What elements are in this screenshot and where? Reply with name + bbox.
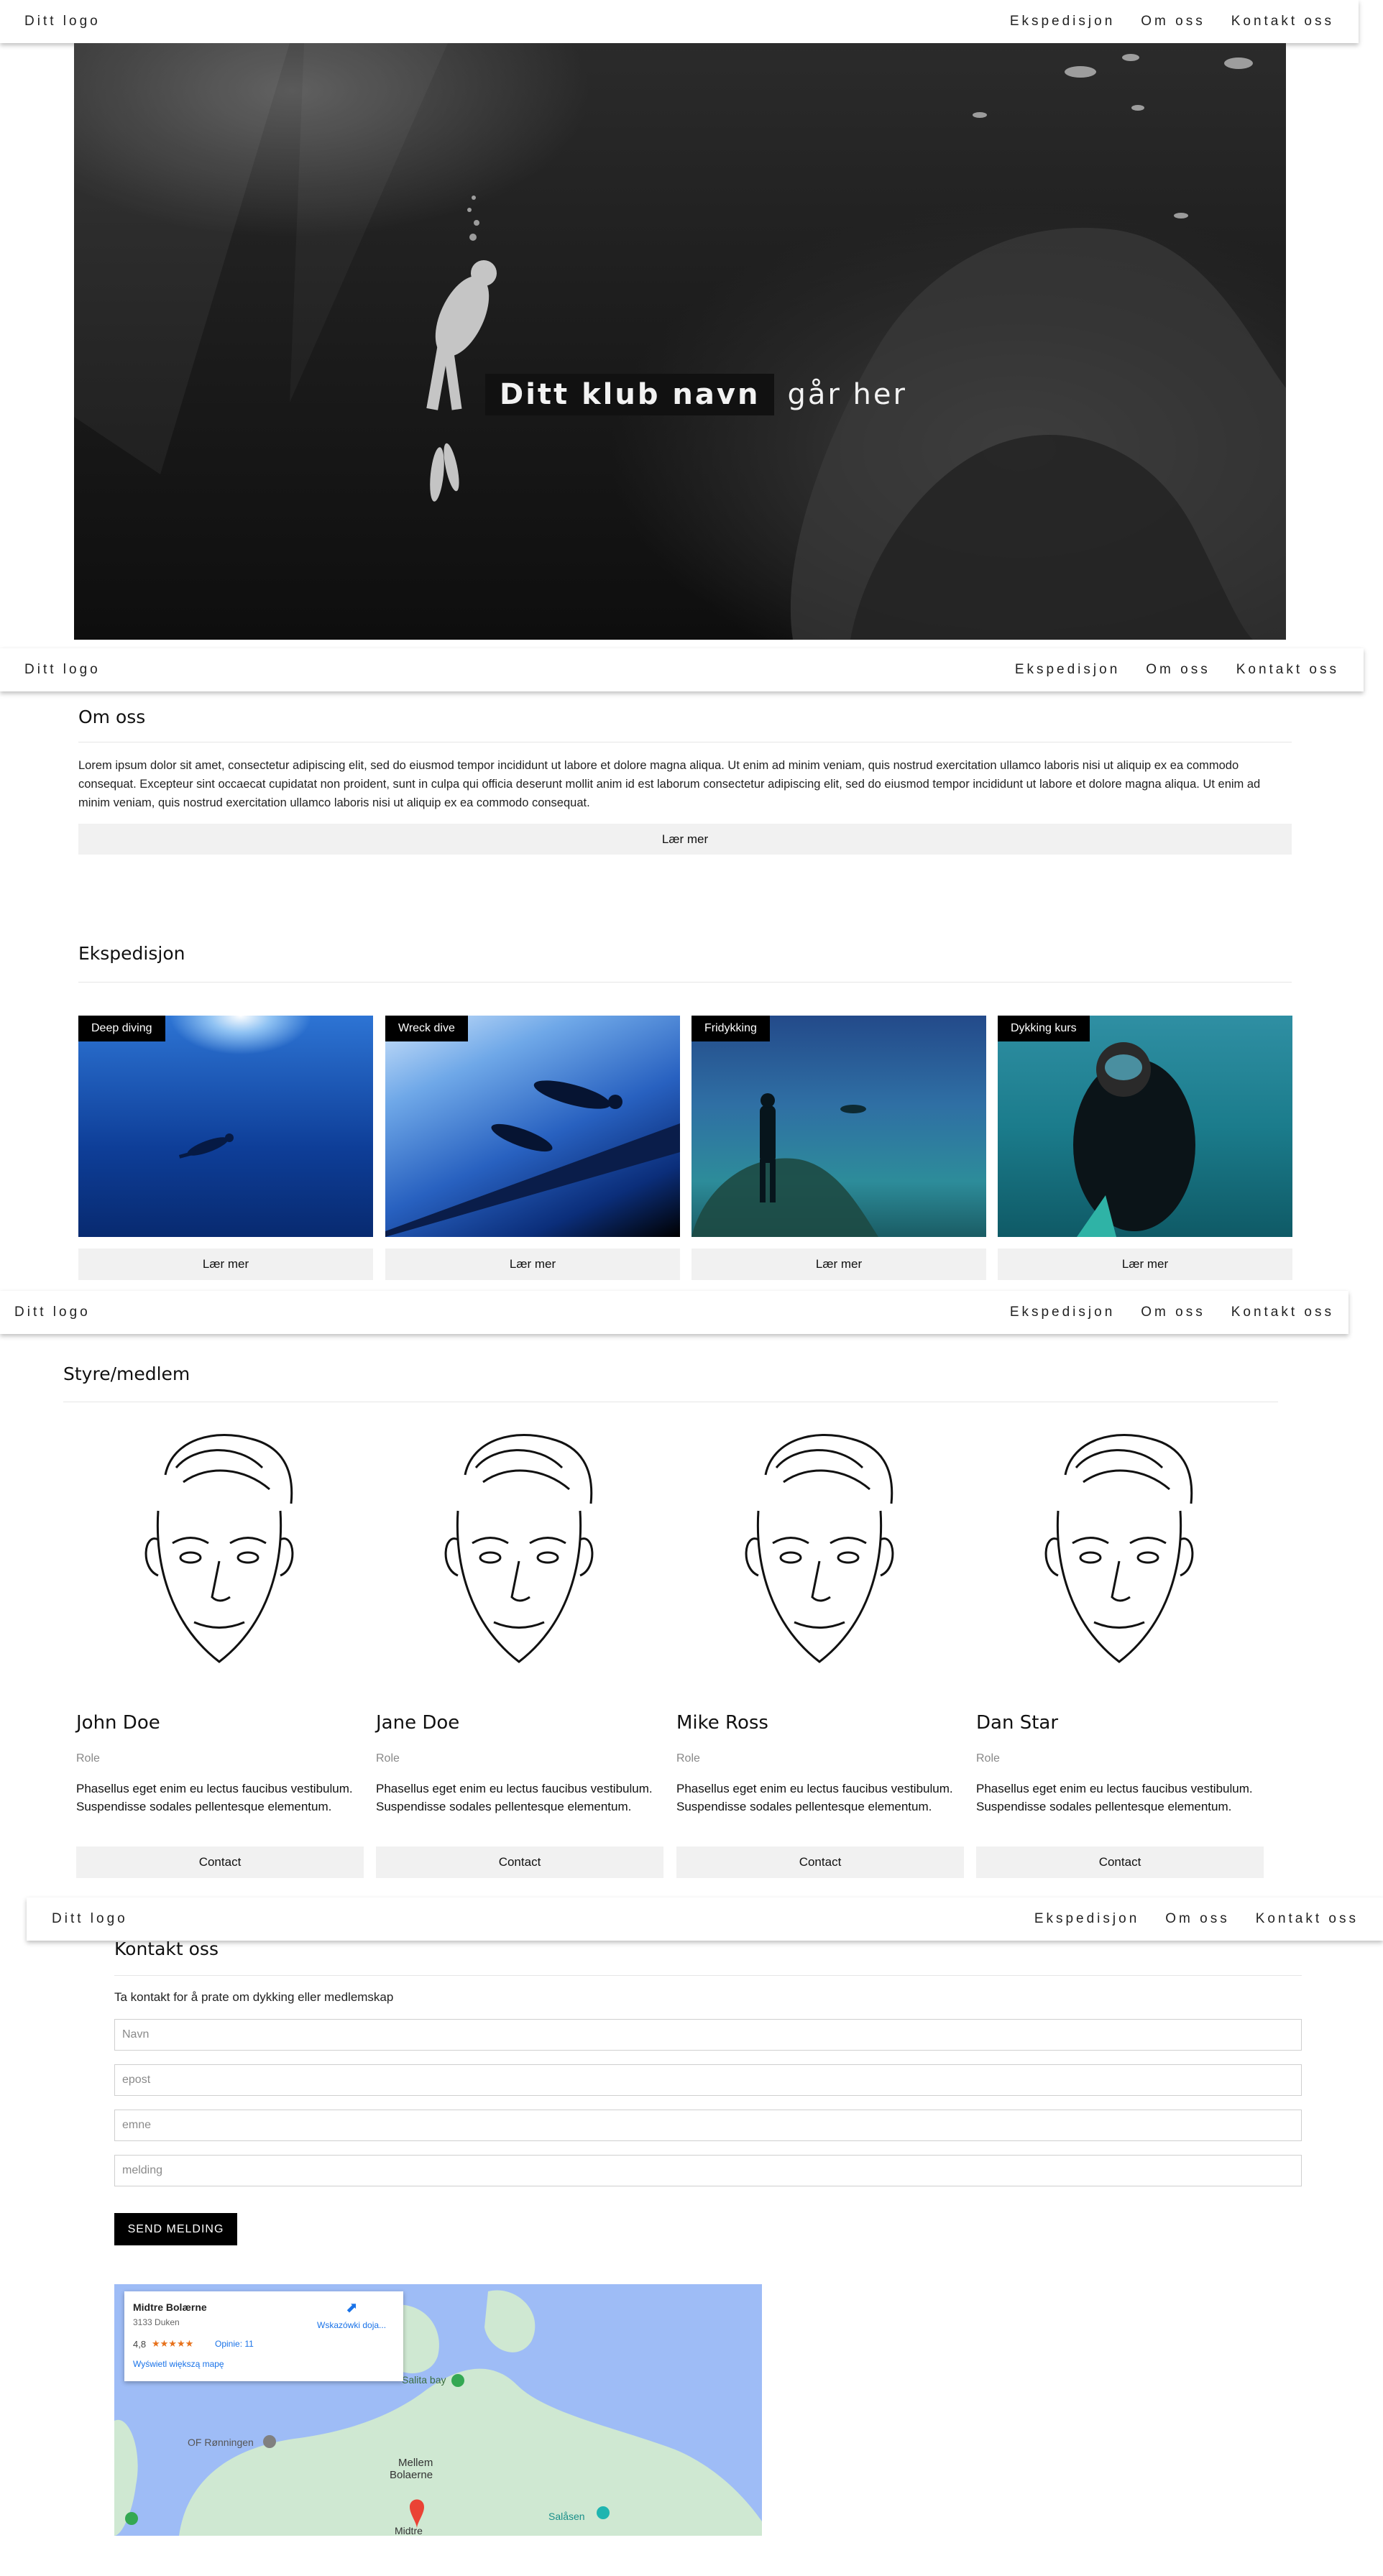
- member-description: Phasellus eget enim eu lectus faucibus v…: [676, 1782, 953, 1813]
- map-label: Bolaerne: [390, 2469, 433, 2481]
- map-rating-stars: ★★★★★: [152, 2338, 194, 2349]
- site-logo[interactable]: Ditt logo: [24, 662, 101, 678]
- expedition-learn-more-button[interactable]: Lær mer: [998, 1248, 1292, 1280]
- expedition-learn-more-button[interactable]: Lær mer: [78, 1248, 373, 1280]
- member-description: Phasellus eget enim eu lectus faucibus v…: [76, 1782, 353, 1813]
- member-contact-button[interactable]: Contact: [76, 1846, 364, 1878]
- nav-link-om-oss[interactable]: Om oss: [1141, 1305, 1205, 1320]
- member-name: Dan Star: [976, 1712, 1059, 1734]
- hero-title: Ditt klub navn går her: [485, 374, 907, 415]
- member-contact-button[interactable]: Contact: [376, 1846, 663, 1878]
- expedition-learn-more-button[interactable]: Lær mer: [385, 1248, 680, 1280]
- map-larger-link[interactable]: Wyświetl większą mapę: [133, 2359, 224, 2369]
- member-role: Role: [976, 1752, 1000, 1765]
- nav-link-kontakt-oss[interactable]: Kontakt oss: [1231, 14, 1334, 29]
- map-label: Salita bay: [402, 2374, 446, 2386]
- site-logo[interactable]: Ditt logo: [52, 1911, 128, 1927]
- nav-link-kontakt-oss[interactable]: Kontakt oss: [1231, 1305, 1334, 1320]
- expedition-card-wreck-dive[interactable]: Wreck dive: [385, 1016, 680, 1237]
- map-label: OF Rønningen: [188, 2437, 254, 2448]
- nav-link-ekspedisjon[interactable]: Ekspedisjon: [1015, 662, 1120, 678]
- expedition-card-dykking-kurs[interactable]: Dykking kurs: [998, 1016, 1292, 1237]
- deep-diving-diver-silhouette: [178, 1133, 234, 1159]
- member-description: Phasellus eget enim eu lectus faucibus v…: [376, 1782, 653, 1813]
- map-label: Mellem: [398, 2457, 433, 2469]
- sticky-navbar-contact: Ditt logo Ekspedisjon Om oss Kontakt oss: [27, 1898, 1383, 1941]
- nav-link-ekspedisjon[interactable]: Ekspedisjon: [1010, 14, 1115, 29]
- nav-link-kontakt-oss[interactable]: Kontakt oss: [1236, 662, 1339, 678]
- member-contact-button[interactable]: Contact: [976, 1846, 1264, 1878]
- expedition-card-label: Wreck dive: [385, 1016, 468, 1041]
- contact-title: Kontakt oss: [114, 1938, 219, 1959]
- expedition-card-deep-diving[interactable]: Deep diving: [78, 1016, 373, 1237]
- map-reviews-link[interactable]: Opinie: 11: [215, 2339, 254, 2349]
- member-role: Role: [676, 1752, 700, 1765]
- map-rating: 4,8: [133, 2339, 147, 2350]
- member-contact-button[interactable]: Contact: [676, 1846, 964, 1878]
- expedition-card-label: Deep diving: [78, 1016, 165, 1041]
- email-field[interactable]: [114, 2064, 1302, 2096]
- map-label: Salåsen: [548, 2511, 585, 2522]
- freediving-scene: [692, 1093, 878, 1237]
- expedition-card-label: Fridykking: [692, 1016, 770, 1041]
- map-directions-link[interactable]: Wskazówki doja...: [317, 2320, 386, 2330]
- members-title: Styre/medlem: [63, 1363, 190, 1384]
- subject-field[interactable]: [114, 2110, 1302, 2141]
- nav-link-om-oss[interactable]: Om oss: [1165, 1911, 1229, 1927]
- top-navbar: Ditt logo Ekspedisjon Om oss Kontakt oss: [0, 0, 1359, 43]
- member-portrait: [444, 1433, 594, 1663]
- name-field[interactable]: [114, 2019, 1302, 2051]
- nav-link-ekspedisjon[interactable]: Ekspedisjon: [1010, 1305, 1115, 1320]
- member-portrait: [1044, 1433, 1194, 1663]
- directions-icon[interactable]: ⬈: [346, 2300, 362, 2316]
- nav-links: Ekspedisjon Om oss Kontakt oss: [1010, 14, 1334, 29]
- expedition-card-label: Dykking kurs: [998, 1016, 1090, 1041]
- member-portrait: [745, 1433, 894, 1663]
- embedded-map[interactable]: Salita bay OF Rønningen Mellem Bolaerne …: [114, 2284, 762, 2536]
- wreck-dive-scene: [385, 1080, 680, 1237]
- contact-intro: Ta kontakt for å prate om dykking eller …: [114, 1990, 394, 2004]
- site-logo[interactable]: Ditt logo: [14, 1305, 91, 1320]
- nav-links: Ekspedisjon Om oss Kontakt oss: [1010, 1305, 1334, 1320]
- member-name: John Doe: [76, 1712, 160, 1734]
- send-message-button[interactable]: SEND MELDING: [114, 2213, 237, 2245]
- map-place-address: 3133 Duken: [133, 2317, 180, 2327]
- member-portrait: [144, 1433, 294, 1663]
- about-learn-more-button[interactable]: Lær mer: [78, 824, 1292, 855]
- expedition-divider: [78, 982, 1292, 983]
- nav-links: Ekspedisjon Om oss Kontakt oss: [1034, 1911, 1359, 1927]
- map-place-card: Midtre Bolærne 3133 Duken 4,8 ★★★★★ Opin…: [124, 2291, 403, 2381]
- member-description: Phasellus eget enim eu lectus faucibus v…: [976, 1782, 1253, 1813]
- nav-link-ekspedisjon[interactable]: Ekspedisjon: [1034, 1911, 1139, 1927]
- hero-title-club-name: Ditt klub navn: [485, 374, 775, 415]
- member-role: Role: [76, 1752, 100, 1765]
- diving-course-scene: [1073, 1042, 1195, 1237]
- sticky-navbar-about: Ditt logo Ekspedisjon Om oss Kontakt oss: [0, 648, 1364, 691]
- about-title: Om oss: [78, 707, 146, 727]
- expedition-learn-more-button[interactable]: Lær mer: [692, 1248, 986, 1280]
- nav-link-om-oss[interactable]: Om oss: [1141, 14, 1205, 29]
- nav-link-kontakt-oss[interactable]: Kontakt oss: [1256, 1911, 1359, 1927]
- member-name: Jane Doe: [376, 1712, 460, 1734]
- contact-divider: [114, 1975, 1302, 1976]
- map-label: Midtre: [395, 2525, 423, 2536]
- sticky-navbar-members: Ditt logo Ekspedisjon Om oss Kontakt oss: [0, 1291, 1348, 1334]
- about-text: Lorem ipsum dolor sit amet, consectetur …: [78, 759, 1261, 809]
- expedition-title: Ekspedisjon: [78, 943, 185, 964]
- nav-links: Ekspedisjon Om oss Kontakt oss: [1015, 662, 1339, 678]
- member-role: Role: [376, 1752, 400, 1765]
- message-field[interactable]: [114, 2155, 1302, 2186]
- hero-image: Ditt klub navn går her: [74, 43, 1286, 640]
- nav-link-om-oss[interactable]: Om oss: [1146, 662, 1210, 678]
- hero-title-rest: går her: [787, 378, 907, 411]
- expedition-card-fridykking[interactable]: Fridykking: [692, 1016, 986, 1237]
- member-name: Mike Ross: [676, 1712, 768, 1734]
- hero-scene-illustration: [74, 43, 1286, 640]
- map-place-name: Midtre Bolærne: [133, 2301, 207, 2313]
- site-logo[interactable]: Ditt logo: [24, 14, 101, 29]
